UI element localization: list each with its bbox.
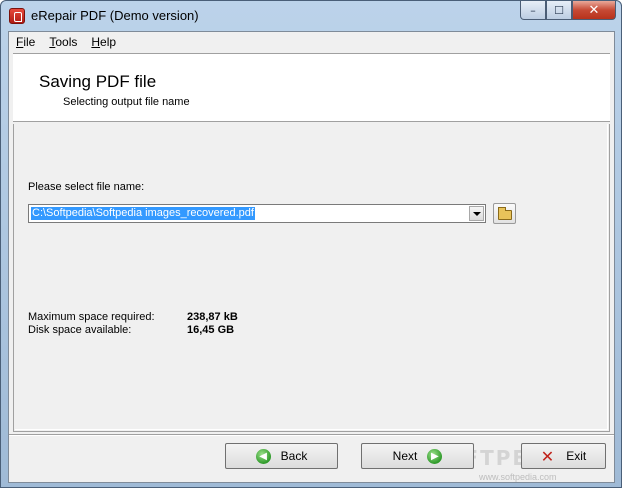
minimize-button[interactable]: – (520, 1, 546, 20)
file-name-label: Please select file name: (28, 181, 145, 193)
arrow-right-icon: ▶ (427, 448, 443, 464)
exit-button-label: Exit (566, 449, 587, 463)
file-name-combobox[interactable]: C:\Softpedia\Softpedia images_recovered.… (28, 204, 486, 223)
page-title: Saving PDF file (39, 72, 157, 91)
page-subtitle: Selecting output file name (63, 96, 190, 108)
menu-tools[interactable]: Tools (49, 35, 77, 49)
client-area: File Tools Help Saving PDF file Selectin… (8, 31, 615, 483)
next-button-label: Next (392, 449, 418, 463)
wizard-content: Please select file name: C:\Softpedia\So… (13, 124, 610, 432)
disk-space-value: 16,45 GB (187, 324, 235, 336)
wizard-header: Saving PDF file Selecting output file na… (13, 53, 610, 122)
back-button[interactable]: ◀ Back (225, 443, 338, 469)
title-bar[interactable]: eRepair PDF (Demo version) – ☐ ✕ (1, 1, 621, 31)
window-title: eRepair PDF (Demo version) (31, 8, 199, 23)
max-space-label: Maximum space required: (28, 311, 155, 323)
footer-divider (9, 434, 614, 436)
menu-file[interactable]: File (16, 35, 35, 49)
caption-buttons: – ☐ ✕ (520, 1, 616, 21)
arrow-left-icon: ◀ (255, 448, 271, 464)
menu-help[interactable]: Help (91, 35, 116, 49)
menu-bar: File Tools Help (9, 32, 614, 52)
file-name-value[interactable]: C:\Softpedia\Softpedia images_recovered.… (31, 207, 255, 220)
chevron-down-icon[interactable] (469, 206, 484, 221)
x-icon: ✕ (540, 446, 555, 466)
exit-button[interactable]: ✕ Exit (521, 443, 606, 469)
browse-button[interactable] (493, 203, 516, 224)
max-space-value: 238,87 kB (187, 311, 238, 323)
open-folder-icon (498, 207, 512, 220)
next-button[interactable]: Next ▶ (361, 443, 474, 469)
close-button[interactable]: ✕ (572, 1, 616, 20)
maximize-button[interactable]: ☐ (546, 1, 572, 20)
disk-space-label: Disk space available: (28, 324, 132, 336)
back-button-label: Back (280, 449, 308, 463)
watermark-url: www.softpedia.com (479, 472, 557, 482)
app-icon[interactable] (9, 8, 25, 24)
app-window: eRepair PDF (Demo version) – ☐ ✕ File To… (0, 0, 622, 488)
